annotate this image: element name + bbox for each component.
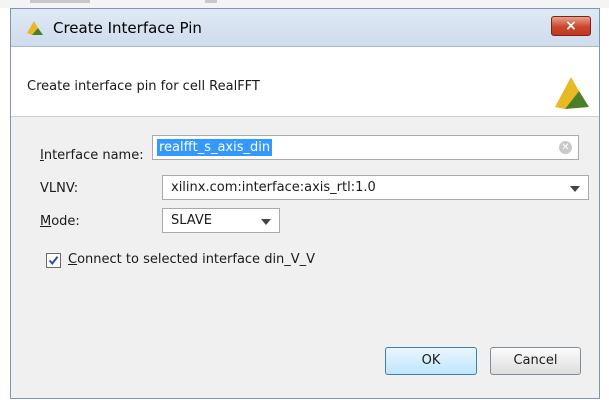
create-interface-pin-dialog: Create Interface Pin × Create interface …: [10, 8, 600, 399]
interface-name-value: realfft_s_axis_din: [157, 139, 273, 156]
dialog-description: Create interface pin for cell RealFFT: [27, 79, 260, 94]
cancel-button[interactable]: Cancel: [490, 347, 581, 375]
header-panel: Create interface pin for cell RealFFT: [11, 47, 599, 117]
check-icon: [48, 256, 59, 266]
clear-icon[interactable]: ✕: [559, 141, 572, 154]
vlnv-value: xilinx.com:interface:axis_rtl:1.0: [171, 180, 376, 195]
dialog-title: Create Interface Pin: [53, 19, 202, 37]
close-button[interactable]: ×: [551, 16, 591, 36]
interface-name-label: Interface name:: [40, 148, 144, 163]
connect-interface-label: Connect to selected interface din_V_V: [68, 252, 316, 267]
title-bar[interactable]: Create Interface Pin ×: [11, 9, 599, 47]
chevron-down-icon: [261, 219, 271, 225]
xilinx-logo-icon: [551, 73, 591, 111]
mode-dropdown[interactable]: SLAVE: [162, 208, 280, 233]
mode-value: SLAVE: [171, 213, 212, 228]
background-window-edge: [0, 0, 609, 8]
close-icon: ×: [565, 18, 577, 34]
mode-label: Mode:: [40, 214, 80, 229]
vlnv-dropdown[interactable]: xilinx.com:interface:axis_rtl:1.0: [162, 175, 589, 200]
vlnv-label: VLNV:: [40, 181, 79, 196]
connect-interface-checkbox[interactable]: [46, 253, 61, 268]
ok-button[interactable]: OK: [385, 347, 477, 375]
chevron-down-icon: [570, 186, 580, 192]
xilinx-logo-icon: [25, 19, 45, 37]
interface-name-input[interactable]: realfft_s_axis_din ✕: [152, 135, 579, 160]
